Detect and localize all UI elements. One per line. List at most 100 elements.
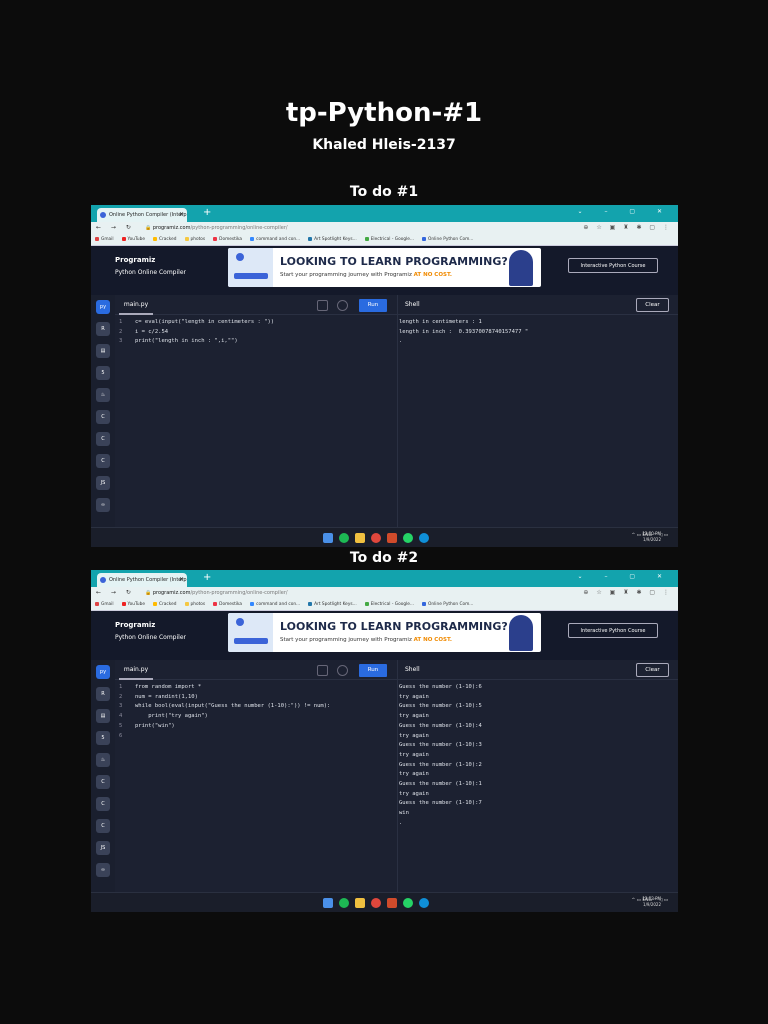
r-icon[interactable]: R: [96, 687, 110, 701]
extensions-icon[interactable]: ⊕ ☆ ▣ ♜ ✱ ▢ ⋮: [583, 589, 672, 596]
bookmark-item[interactable]: Online Python Com...: [422, 237, 473, 243]
fullscreen-icon[interactable]: [317, 665, 328, 676]
r-icon[interactable]: R: [96, 322, 110, 336]
bookmark-item[interactable]: photos: [184, 602, 205, 608]
close-tab-icon[interactable]: ✕: [179, 576, 184, 583]
fullscreen-icon[interactable]: [317, 300, 328, 311]
java-icon[interactable]: ♨: [96, 753, 110, 767]
close-tab-icon[interactable]: ✕: [179, 211, 184, 218]
code-line[interactable]: 3 while bool(eval(input("Guess the number…: [119, 702, 397, 712]
python-icon[interactable]: py: [96, 665, 110, 679]
go-icon[interactable]: ∞: [96, 863, 110, 877]
shell-panel[interactable]: Shell Clear length in centimeters : 1 leng…: [397, 295, 678, 527]
interactive-course-button[interactable]: Interactive Python Course: [568, 258, 658, 273]
file-tab[interactable]: main.py: [119, 295, 153, 315]
bookmark-item[interactable]: Gmail: [95, 237, 114, 243]
edge-icon[interactable]: [419, 533, 429, 543]
browser-tab[interactable]: Online Python Compiler (Interpr ✕: [97, 208, 187, 222]
window-controls[interactable]: ⌄ – ▢ ✕: [578, 573, 672, 580]
python-icon[interactable]: py: [96, 300, 110, 314]
powerpoint-icon[interactable]: [387, 533, 397, 543]
window-controls[interactable]: ⌄ – ▢ ✕: [578, 208, 672, 215]
interactive-course-button[interactable]: Interactive Python Course: [568, 623, 658, 638]
code-line[interactable]: 1 c= eval(input("length in centimeters : …: [119, 318, 397, 328]
code-line[interactable]: 1 from random import *: [119, 683, 397, 693]
ad-banner[interactable]: LOOKING TO LEARN PROGRAMMING? Start your…: [228, 613, 541, 652]
bookmark-item[interactable]: Domestika: [213, 237, 242, 243]
run-button[interactable]: Run: [359, 299, 387, 312]
code-line[interactable]: 3 print("length in inch : ",i,""): [119, 337, 397, 347]
edge-icon[interactable]: [419, 898, 429, 908]
windows-start-icon[interactable]: [323, 533, 333, 543]
spotify-icon[interactable]: [339, 898, 349, 908]
whatsapp-icon[interactable]: [403, 533, 413, 543]
ad-banner[interactable]: LOOKING TO LEARN PROGRAMMING? Start your…: [228, 248, 541, 287]
csharp-icon[interactable]: C: [96, 454, 110, 468]
bookmark-item[interactable]: command and con...: [250, 237, 300, 243]
programiz-logo[interactable]: Programiz Python Online Compiler: [115, 256, 186, 276]
java-icon[interactable]: ♨: [96, 388, 110, 402]
file-explorer-icon[interactable]: [355, 533, 365, 543]
bookmark-item[interactable]: Cracked: [153, 602, 177, 608]
js-icon[interactable]: JS: [96, 476, 110, 490]
code-editor[interactable]: main.py Run 1 c= eval(input("length in ce…: [115, 295, 397, 527]
code-line[interactable]: 2 num = randint(1,10): [119, 693, 397, 703]
new-tab-icon[interactable]: +: [203, 207, 211, 218]
bookmark-item[interactable]: photos: [184, 237, 205, 243]
c-icon[interactable]: C: [96, 410, 110, 424]
bookmark-item[interactable]: Art Spotlight Keys...: [308, 237, 357, 243]
whatsapp-icon[interactable]: [403, 898, 413, 908]
bookmark-item[interactable]: Gmail: [95, 602, 114, 608]
theme-toggle-icon[interactable]: [337, 665, 348, 676]
extensions-icon[interactable]: ⊕ ☆ ▣ ♜ ✱ ▢ ⋮: [583, 224, 672, 231]
url-text[interactable]: 🔒 programiz.com/python-programming/onlin…: [145, 225, 288, 231]
nav-arrows-icon[interactable]: ← → ↻: [96, 224, 135, 231]
theme-toggle-icon[interactable]: [337, 300, 348, 311]
address-bar[interactable]: ← → ↻ 🔒 programiz.com/python-programming…: [91, 587, 678, 600]
code-line[interactable]: 6: [119, 732, 397, 742]
bookmark-item[interactable]: Art Spotlight Keys...: [308, 602, 357, 608]
bookmark-item[interactable]: Electrical - Google...: [364, 237, 414, 243]
spotify-icon[interactable]: [339, 533, 349, 543]
bookmark-item[interactable]: Electrical - Google...: [364, 602, 414, 608]
code-line[interactable]: 2 i = c/2.54: [119, 328, 397, 338]
js-icon[interactable]: JS: [96, 841, 110, 855]
code-lines[interactable]: 1 from random import * 2 num = randint(1,10…: [115, 680, 397, 741]
nav-arrows-icon[interactable]: ← → ↻: [96, 589, 135, 596]
code-line[interactable]: 5 print("win"): [119, 722, 397, 732]
bookmark-item[interactable]: command and con...: [250, 602, 300, 608]
bookmark-item[interactable]: Domestika: [213, 602, 242, 608]
bookmark-item[interactable]: Cracked: [153, 237, 177, 243]
go-icon[interactable]: ∞: [96, 498, 110, 512]
sql-icon[interactable]: ▤: [96, 709, 110, 723]
new-tab-icon[interactable]: +: [203, 572, 211, 583]
clear-button[interactable]: Clear: [636, 298, 669, 312]
chrome-icon[interactable]: [371, 898, 381, 908]
csharp-icon[interactable]: C: [96, 819, 110, 833]
windows-start-icon[interactable]: [323, 898, 333, 908]
programiz-logo[interactable]: Programiz Python Online Compiler: [115, 621, 186, 641]
powerpoint-icon[interactable]: [387, 898, 397, 908]
cpp-icon[interactable]: C: [96, 797, 110, 811]
bookmark-item[interactable]: YouTube: [121, 602, 145, 608]
address-bar[interactable]: ← → ↻ 🔒 programiz.com/python-programming…: [91, 222, 678, 235]
shell-panel[interactable]: Shell Clear Guess the number (1-10):6 try …: [397, 660, 678, 892]
code-lines[interactable]: 1 c= eval(input("length in centimeters : …: [115, 315, 397, 347]
clear-button[interactable]: Clear: [636, 663, 669, 677]
code-line[interactable]: 4 print("try again"): [119, 712, 397, 722]
bookmark-item[interactable]: Online Python Com...: [422, 602, 473, 608]
c-icon[interactable]: C: [96, 775, 110, 789]
html-icon[interactable]: 5: [96, 366, 110, 380]
url-text[interactable]: 🔒 programiz.com/python-programming/onlin…: [145, 590, 288, 596]
browser-tab[interactable]: Online Python Compiler (Interpr ✕: [97, 573, 187, 587]
code-editor[interactable]: main.py Run 1 from random import * 2 num = …: [115, 660, 397, 892]
cpp-icon[interactable]: C: [96, 432, 110, 446]
file-explorer-icon[interactable]: [355, 898, 365, 908]
programiz-header: Programiz Python Online Compiler LOOKING …: [91, 246, 678, 295]
chrome-icon[interactable]: [371, 533, 381, 543]
html-icon[interactable]: 5: [96, 731, 110, 745]
bookmark-item[interactable]: YouTube: [121, 237, 145, 243]
run-button[interactable]: Run: [359, 664, 387, 677]
file-tab[interactable]: main.py: [119, 660, 153, 680]
sql-icon[interactable]: ▤: [96, 344, 110, 358]
